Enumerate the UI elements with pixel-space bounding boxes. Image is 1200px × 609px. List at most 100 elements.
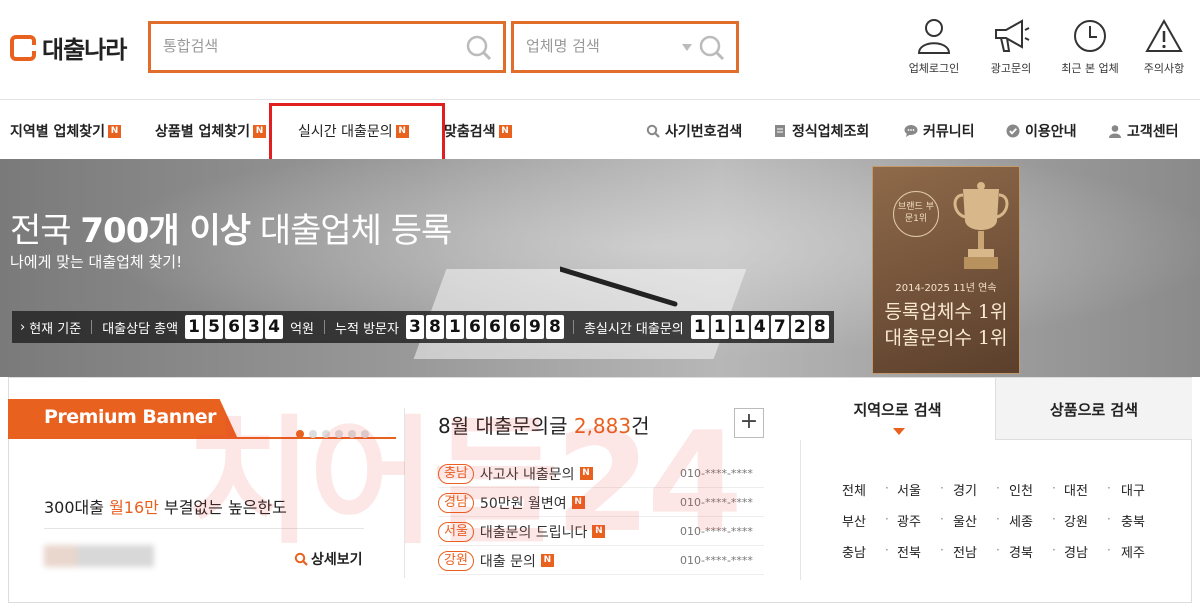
separator-dot: ·: [1052, 481, 1056, 495]
promo-headline[interactable]: 300대출 월16만 부결없는 높은한도: [44, 494, 287, 518]
region-link[interactable]: 경남: [1064, 542, 1088, 561]
new-badge: N: [540, 554, 554, 567]
logo-mark-icon: [10, 34, 36, 61]
counter-digit: 4: [750, 315, 769, 339]
caution-label: 주의사항: [1143, 62, 1185, 75]
global-search-input[interactable]: [163, 37, 463, 55]
counter-digit: 3: [245, 315, 264, 339]
separator-dot: ·: [940, 512, 944, 526]
detail-link[interactable]: 상세보기: [294, 549, 363, 569]
region-tag: 강원: [438, 550, 474, 571]
tab-product-search[interactable]: 상품으로 검색: [995, 378, 1192, 440]
counter-digit: 6: [505, 315, 524, 339]
nav-label: 커뮤니티: [923, 124, 975, 140]
counter-digit: 2: [790, 315, 809, 339]
carousel-dot[interactable]: [361, 430, 369, 438]
phone-masked: 010-****-****: [680, 496, 753, 509]
counter-digit: 5: [205, 315, 224, 339]
inquiry-row[interactable]: 강원 대출 문의 N 010-****-****: [438, 547, 764, 575]
recent-viewed-label: 최근 본 업체: [1061, 62, 1119, 75]
region-link[interactable]: 전남: [953, 542, 977, 561]
region-link[interactable]: 전체: [842, 480, 866, 499]
phone-masked: 010-****-****: [680, 554, 753, 567]
counter-digit: 1: [710, 315, 729, 339]
inquiry-row[interactable]: 서울 대출문의 드립니다 N 010-****-****: [438, 518, 764, 546]
counter-digit: 9: [525, 315, 544, 339]
award-line-2: 대출문의수 1위: [884, 327, 1008, 349]
inquiries-total-label: 총실시간 대출문의: [583, 321, 684, 337]
carousel-dot[interactable]: [348, 430, 356, 438]
region-link[interactable]: 충남: [842, 542, 866, 561]
separator-dot: ·: [996, 512, 1000, 526]
region-link[interactable]: 전북: [897, 542, 921, 561]
inquiry-row[interactable]: 충남 사고사 내출문의 N 010-****-****: [438, 460, 764, 488]
region-link[interactable]: 강원: [1064, 511, 1088, 530]
region-link[interactable]: 세종: [1009, 511, 1033, 530]
inquiry-text: 사고사 내출문의: [479, 466, 575, 483]
region-link[interactable]: 경북: [1009, 542, 1033, 561]
inquiry-text: 대출 문의: [479, 553, 536, 570]
caution-link[interactable]: 주의사항: [1128, 18, 1200, 76]
logo[interactable]: 대출나라: [10, 30, 127, 65]
region-link[interactable]: 대구: [1121, 480, 1145, 499]
region-tag: 서울: [438, 521, 474, 542]
person-icon: [917, 19, 951, 54]
highlight-box: [269, 103, 445, 165]
nav-custom-search[interactable]: 맞춤검색 N: [444, 121, 512, 141]
nav-customer-center[interactable]: 고객센터: [1108, 121, 1179, 141]
carousel-dot[interactable]: [335, 430, 343, 438]
premium-banner-tab: Premium Banner: [8, 399, 238, 439]
region-link[interactable]: 경기: [953, 480, 977, 499]
counter-digit: 1: [445, 315, 464, 339]
region-link[interactable]: 제주: [1121, 542, 1145, 561]
nav-registered-company-check[interactable]: 정식업체조회: [773, 121, 869, 141]
counter-digit: 6: [485, 315, 504, 339]
region-link[interactable]: 울산: [953, 511, 977, 530]
global-search-box: [148, 21, 506, 73]
region-link[interactable]: 서울: [897, 480, 921, 499]
recent-viewed-link[interactable]: 최근 본 업체: [1054, 18, 1126, 76]
new-badge: N: [498, 124, 512, 138]
carousel-dot[interactable]: [309, 430, 317, 438]
search-icon[interactable]: [465, 34, 493, 62]
nav-fraud-number-search[interactable]: 사기번호검색: [646, 121, 742, 141]
nav-guide[interactable]: 이용안내: [1006, 121, 1077, 141]
login-link[interactable]: 업체로그인: [898, 18, 970, 76]
counter-digit: 8: [545, 315, 564, 339]
carousel-dot[interactable]: [296, 430, 304, 438]
separator-dot: ·: [996, 543, 1000, 557]
separator-dot: ·: [885, 481, 889, 495]
separator-dot: ·: [1052, 543, 1056, 557]
separator-dot: ·: [1107, 512, 1111, 526]
region-link[interactable]: 부산: [842, 511, 866, 530]
company-search-input[interactable]: [526, 37, 676, 55]
region-link[interactable]: 대전: [1064, 480, 1088, 499]
new-badge: N: [253, 124, 267, 138]
new-badge: N: [592, 525, 606, 538]
region-link[interactable]: 광주: [897, 511, 921, 530]
chevron-down-icon[interactable]: [682, 44, 692, 51]
advertise-link[interactable]: 광고문의: [975, 18, 1047, 76]
inquiry-row[interactable]: 경남 50만원 월변여 N 010-****-****: [438, 489, 764, 517]
search-icon[interactable]: [698, 34, 726, 62]
login-label: 업체로그인: [908, 62, 960, 75]
region-link[interactable]: 충북: [1121, 511, 1145, 530]
divider: [44, 528, 364, 529]
carousel-dot[interactable]: [322, 430, 330, 438]
separator-dot: ·: [1052, 512, 1056, 526]
region-link[interactable]: 인천: [1009, 480, 1033, 499]
chat-icon: [904, 125, 918, 137]
phone-masked: 010-****-****: [680, 467, 753, 480]
divider: [91, 320, 93, 334]
nav-community[interactable]: 커뮤니티: [904, 121, 975, 141]
inquiry-title: 8월 대출문의글 2,883건: [438, 414, 650, 438]
counter-digit: 4: [265, 315, 284, 339]
carousel-dots[interactable]: [296, 430, 369, 438]
nav-product-search[interactable]: 상품별 업체찾기 N: [155, 121, 267, 141]
stats-now-label: 현재 기준: [29, 321, 82, 337]
nav-label: 고객센터: [1127, 124, 1179, 140]
active-tab-arrow-icon: [893, 428, 905, 435]
more-button[interactable]: +: [734, 408, 764, 438]
nav-region-search[interactable]: 지역별 업체찾기 N: [10, 121, 122, 141]
company-search-box: [511, 21, 739, 73]
